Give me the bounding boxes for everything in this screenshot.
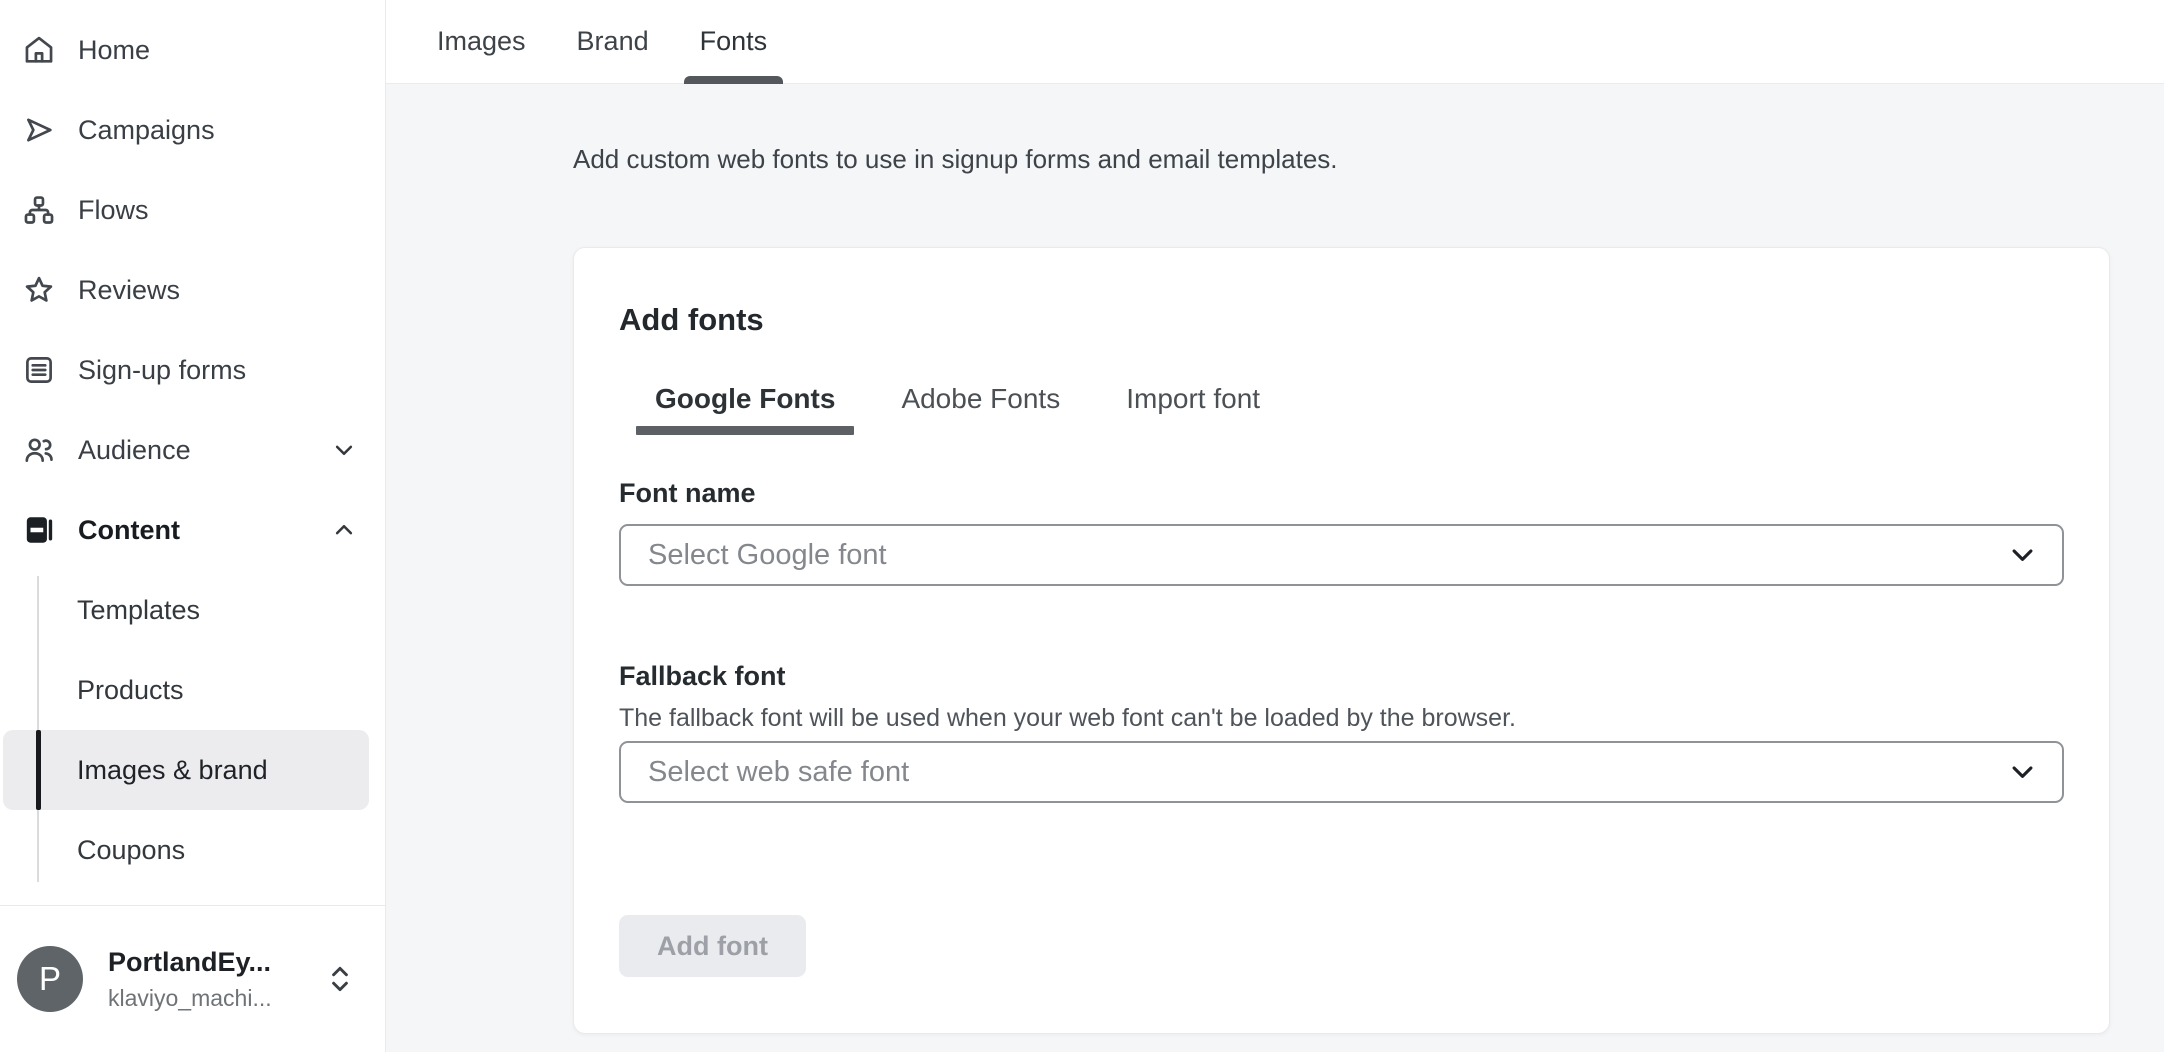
- sidebar-item-label: Templates: [77, 595, 200, 626]
- account-switcher[interactable]: P PortlandEy... klaviyo_machi...: [0, 905, 385, 1052]
- sidebar-item-flows[interactable]: Flows: [0, 170, 385, 250]
- chevron-down-icon: [2007, 757, 2038, 788]
- sidebar: Home Campaigns Flows Reviews: [0, 0, 386, 1052]
- sidebar-item-label: Coupons: [77, 835, 185, 866]
- tab-adobe-fonts[interactable]: Adobe Fonts: [882, 382, 1079, 435]
- form-icon: [22, 353, 56, 387]
- card-title: Add fonts: [619, 302, 2064, 338]
- select-placeholder: Select Google font: [648, 539, 887, 572]
- sidebar-item-content[interactable]: Content: [0, 490, 385, 570]
- tab-brand[interactable]: Brand: [561, 0, 665, 83]
- sidebar-item-reviews[interactable]: Reviews: [0, 250, 385, 330]
- font-source-tabs: Google Fonts Adobe Fonts Import font: [636, 382, 2064, 435]
- sidebar-item-products[interactable]: Products: [3, 650, 369, 730]
- tab-images[interactable]: Images: [421, 0, 542, 83]
- chevron-down-icon: [329, 435, 359, 465]
- sidebar-item-label: Flows: [78, 195, 149, 226]
- fallback-helper-text: The fallback font will be used when your…: [619, 703, 2064, 733]
- tab-label: Images: [437, 26, 526, 57]
- sidebar-item-label: Images & brand: [77, 755, 268, 786]
- card-actions: Add font: [619, 915, 2064, 977]
- sidebar-item-label: Reviews: [78, 275, 180, 306]
- star-icon: [22, 273, 56, 307]
- home-icon: [22, 33, 56, 67]
- sidebar-item-signup-forms[interactable]: Sign-up forms: [0, 330, 385, 410]
- web-safe-font-select[interactable]: Select web safe font: [619, 741, 2064, 803]
- sidebar-item-label: Audience: [78, 435, 191, 466]
- select-placeholder: Select web safe font: [648, 756, 909, 789]
- sidebar-item-label: Content: [78, 515, 180, 546]
- page-tabbar: Images Brand Fonts: [386, 0, 2164, 84]
- sitemap-icon: [22, 193, 56, 227]
- sidebar-item-templates[interactable]: Templates: [3, 570, 369, 650]
- sidebar-item-label: Sign-up forms: [78, 355, 246, 386]
- tab-google-fonts[interactable]: Google Fonts: [636, 382, 854, 435]
- sidebar-item-coupons[interactable]: Coupons: [3, 810, 369, 890]
- people-icon: [22, 433, 56, 467]
- paper-plane-icon: [22, 113, 56, 147]
- tab-import-font[interactable]: Import font: [1107, 382, 1279, 435]
- sidebar-item-label: Home: [78, 35, 150, 66]
- google-font-select[interactable]: Select Google font: [619, 524, 2064, 586]
- page-description: Add custom web fonts to use in signup fo…: [573, 144, 2110, 175]
- chevron-up-icon: [329, 515, 359, 545]
- main-area: Images Brand Fonts Add custom web fonts …: [386, 0, 2164, 1052]
- font-name-label: Font name: [619, 477, 2064, 509]
- sidebar-item-label: Campaigns: [78, 115, 215, 146]
- add-font-button[interactable]: Add font: [619, 915, 806, 977]
- account-name: PortlandEy...: [108, 947, 272, 978]
- content-submenu: Templates Products Images & brand Coupon…: [0, 570, 385, 890]
- tab-label: Fonts: [700, 26, 768, 57]
- sidebar-item-images-brand[interactable]: Images & brand: [3, 730, 369, 810]
- sidebar-item-audience[interactable]: Audience: [0, 410, 385, 490]
- tab-label: Adobe Fonts: [901, 383, 1060, 414]
- sidebar-item-campaigns[interactable]: Campaigns: [0, 90, 385, 170]
- tab-label: Google Fonts: [655, 383, 835, 414]
- avatar: P: [17, 946, 83, 1012]
- tab-label: Import font: [1126, 383, 1260, 414]
- chevron-down-icon: [2007, 540, 2038, 571]
- sidebar-item-label: Products: [77, 675, 184, 706]
- fallback-font-label: Fallback font: [619, 660, 2064, 692]
- add-fonts-card: Add fonts Google Fonts Adobe Fonts Impor…: [573, 247, 2110, 1034]
- account-org: klaviyo_machi...: [108, 985, 272, 1012]
- account-text: PortlandEy... klaviyo_machi...: [108, 947, 272, 1012]
- tab-fonts[interactable]: Fonts: [684, 0, 784, 83]
- sidebar-item-home[interactable]: Home: [0, 10, 385, 90]
- chevron-up-down-icon: [323, 959, 357, 999]
- book-icon: [22, 513, 56, 547]
- fonts-page-content: Add custom web fonts to use in signup fo…: [386, 84, 2164, 1034]
- tab-label: Brand: [577, 26, 649, 57]
